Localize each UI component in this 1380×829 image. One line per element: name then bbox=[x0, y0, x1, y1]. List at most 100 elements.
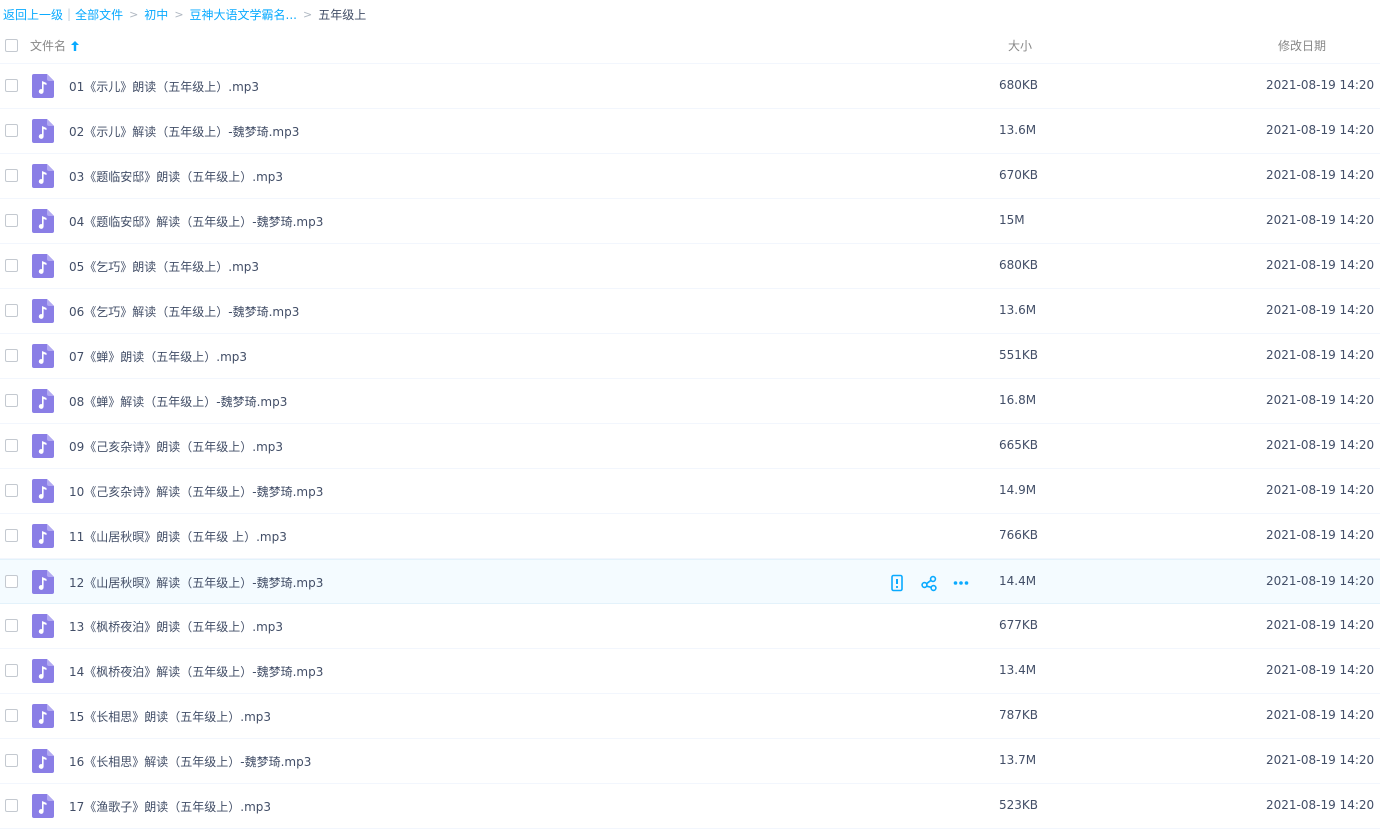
file-name[interactable]: 13《枫桥夜泊》朗读（五年级上）.mp3 bbox=[69, 618, 283, 635]
file-size: 787KB bbox=[999, 708, 1039, 722]
file-name[interactable]: 01《示儿》朗读（五年级上）.mp3 bbox=[69, 78, 259, 95]
file-row[interactable]: 15《长相思》朗读（五年级上）.mp3 787KB 2021-08-19 14:20 bbox=[0, 694, 1380, 739]
row-checkbox[interactable] bbox=[5, 169, 18, 182]
audio-file-icon bbox=[32, 119, 54, 143]
send-to-phone-icon[interactable] bbox=[888, 574, 906, 592]
file-row[interactable]: 01《示儿》朗读（五年级上）.mp3 680KB 2021-08-19 14:20 bbox=[0, 64, 1380, 109]
file-name[interactable]: 12《山居秋暝》解读（五年级上）-魏梦琦.mp3 bbox=[69, 574, 323, 591]
file-date: 2021-08-19 14:20 bbox=[1266, 618, 1375, 632]
row-checkbox[interactable] bbox=[5, 529, 18, 542]
file-row[interactable]: 09《己亥杂诗》朗读（五年级上）.mp3 665KB 2021-08-19 14:2… bbox=[0, 424, 1380, 469]
audio-file-icon bbox=[32, 164, 54, 188]
file-date: 2021-08-19 14:20 bbox=[1266, 663, 1375, 677]
audio-file-icon bbox=[32, 614, 54, 638]
row-checkbox[interactable] bbox=[5, 439, 18, 452]
file-name[interactable]: 06《乞巧》解读（五年级上）-魏梦琦.mp3 bbox=[69, 303, 299, 320]
share-icon[interactable] bbox=[920, 574, 938, 592]
select-all-checkbox[interactable] bbox=[5, 39, 18, 52]
file-name[interactable]: 04《题临安邸》解读（五年级上）-魏梦琦.mp3 bbox=[69, 213, 323, 230]
file-date: 2021-08-19 14:20 bbox=[1266, 258, 1375, 272]
file-name[interactable]: 10《己亥杂诗》解读（五年级上）-魏梦琦.mp3 bbox=[69, 483, 323, 500]
file-row[interactable]: 16《长相思》解读（五年级上）-魏梦琦.mp3 13.7M 2021-08-19 1… bbox=[0, 739, 1380, 784]
back-link[interactable]: 返回上一级 bbox=[3, 6, 63, 23]
file-size: 13.4M bbox=[999, 663, 1037, 677]
file-row[interactable]: 14《枫桥夜泊》解读（五年级上）-魏梦琦.mp3 13.4M 2021-08-19 … bbox=[0, 649, 1380, 694]
more-options-icon[interactable] bbox=[952, 574, 970, 592]
file-size: 523KB bbox=[999, 798, 1039, 812]
breadcrumb-divider: | bbox=[67, 7, 72, 21]
row-checkbox[interactable] bbox=[5, 799, 18, 812]
row-checkbox[interactable] bbox=[5, 349, 18, 362]
file-row[interactable]: 06《乞巧》解读（五年级上）-魏梦琦.mp3 13.6M 2021-08-19 14… bbox=[0, 289, 1380, 334]
audio-file-icon bbox=[32, 704, 54, 728]
breadcrumb-all-files[interactable]: 全部文件 bbox=[75, 6, 123, 23]
audio-file-icon bbox=[32, 659, 54, 683]
row-checkbox[interactable] bbox=[5, 664, 18, 677]
audio-file-icon bbox=[32, 524, 54, 548]
file-name[interactable]: 07《蝉》朗读（五年级上）.mp3 bbox=[69, 348, 247, 365]
row-checkbox[interactable] bbox=[5, 484, 18, 497]
audio-file-icon bbox=[32, 479, 54, 503]
row-checkbox[interactable] bbox=[5, 214, 18, 227]
row-checkbox[interactable] bbox=[5, 619, 18, 632]
file-name[interactable]: 16《长相思》解读（五年级上）-魏梦琦.mp3 bbox=[69, 753, 311, 770]
file-row[interactable]: 12《山居秋暝》解读（五年级上）-魏梦琦.mp3 14.4M 2021-08-19 … bbox=[0, 559, 1380, 604]
audio-file-icon bbox=[32, 749, 54, 773]
file-size: 670KB bbox=[999, 168, 1039, 182]
file-row[interactable]: 11《山居秋暝》朗读（五年级 上）.mp3 766KB 2021-08-19 14:… bbox=[0, 514, 1380, 559]
audio-file-icon bbox=[32, 209, 54, 233]
row-checkbox[interactable] bbox=[5, 575, 18, 588]
file-list: 01《示儿》朗读（五年级上）.mp3 680KB 2021-08-19 14:20 0… bbox=[0, 64, 1380, 829]
file-name[interactable]: 17《渔歌子》朗读（五年级上）.mp3 bbox=[69, 798, 271, 815]
row-checkbox[interactable] bbox=[5, 259, 18, 272]
file-size: 13.6M bbox=[999, 123, 1037, 137]
audio-file-icon bbox=[32, 344, 54, 368]
sort-ascending-icon[interactable] bbox=[70, 40, 80, 52]
file-row[interactable]: 04《题临安邸》解读（五年级上）-魏梦琦.mp3 15M 2021-08-19 14… bbox=[0, 199, 1380, 244]
date-column-header[interactable]: 修改日期 bbox=[1278, 37, 1326, 54]
file-date: 2021-08-19 14:20 bbox=[1266, 348, 1375, 362]
file-size: 677KB bbox=[999, 618, 1039, 632]
file-date: 2021-08-19 14:20 bbox=[1266, 753, 1375, 767]
breadcrumb-level1[interactable]: 初中 bbox=[144, 6, 168, 23]
file-name[interactable]: 11《山居秋暝》朗读（五年级 上）.mp3 bbox=[69, 528, 287, 545]
row-checkbox[interactable] bbox=[5, 304, 18, 317]
file-name[interactable]: 08《蝉》解读（五年级上）-魏梦琦.mp3 bbox=[69, 393, 287, 410]
file-row[interactable]: 03《题临安邸》朗读（五年级上）.mp3 670KB 2021-08-19 14:2… bbox=[0, 154, 1380, 199]
row-checkbox[interactable] bbox=[5, 754, 18, 767]
file-date: 2021-08-19 14:20 bbox=[1266, 303, 1375, 317]
file-name[interactable]: 14《枫桥夜泊》解读（五年级上）-魏梦琦.mp3 bbox=[69, 663, 323, 680]
breadcrumb-separator: > bbox=[129, 7, 139, 21]
row-checkbox[interactable] bbox=[5, 709, 18, 722]
file-row[interactable]: 05《乞巧》朗读（五年级上）.mp3 680KB 2021-08-19 14:20 bbox=[0, 244, 1380, 289]
breadcrumb-current: 五年级上 bbox=[318, 7, 367, 22]
file-name[interactable]: 03《题临安邸》朗读（五年级上）.mp3 bbox=[69, 168, 283, 185]
file-row[interactable]: 13《枫桥夜泊》朗读（五年级上）.mp3 677KB 2021-08-19 14:2… bbox=[0, 604, 1380, 649]
breadcrumb: 返回上一级 | 全部文件 > 初中 > 豆神大语文学霸名... > 五年级上 bbox=[3, 0, 366, 28]
row-actions bbox=[888, 574, 970, 592]
file-row[interactable]: 07《蝉》朗读（五年级上）.mp3 551KB 2021-08-19 14:20 bbox=[0, 334, 1380, 379]
file-name[interactable]: 05《乞巧》朗读（五年级上）.mp3 bbox=[69, 258, 259, 275]
file-row[interactable]: 02《示儿》解读（五年级上）-魏梦琦.mp3 13.6M 2021-08-19 14… bbox=[0, 109, 1380, 154]
file-size: 766KB bbox=[999, 528, 1039, 542]
breadcrumb-separator: > bbox=[302, 7, 313, 21]
file-date: 2021-08-19 14:20 bbox=[1266, 528, 1375, 542]
row-checkbox[interactable] bbox=[5, 394, 18, 407]
size-column-header[interactable]: 大小 bbox=[1008, 37, 1032, 54]
audio-file-icon bbox=[32, 74, 54, 98]
file-name[interactable]: 02《示儿》解读（五年级上）-魏梦琦.mp3 bbox=[69, 123, 299, 140]
file-name[interactable]: 15《长相思》朗读（五年级上）.mp3 bbox=[69, 708, 271, 725]
file-name[interactable]: 09《己亥杂诗》朗读（五年级上）.mp3 bbox=[69, 438, 283, 455]
file-date: 2021-08-19 14:20 bbox=[1266, 78, 1375, 92]
breadcrumb-level2[interactable]: 豆神大语文学霸名... bbox=[190, 6, 297, 23]
file-row[interactable]: 17《渔歌子》朗读（五年级上）.mp3 523KB 2021-08-19 14:20 bbox=[0, 784, 1380, 829]
file-row[interactable]: 08《蝉》解读（五年级上）-魏梦琦.mp3 16.8M 2021-08-19 14:… bbox=[0, 379, 1380, 424]
file-size: 680KB bbox=[999, 78, 1039, 92]
audio-file-icon bbox=[32, 299, 54, 323]
row-checkbox[interactable] bbox=[5, 124, 18, 137]
row-checkbox[interactable] bbox=[5, 79, 18, 92]
name-column-header[interactable]: 文件名 bbox=[30, 37, 80, 54]
file-date: 2021-08-19 14:20 bbox=[1266, 798, 1375, 812]
audio-file-icon bbox=[32, 794, 54, 818]
file-row[interactable]: 10《己亥杂诗》解读（五年级上）-魏梦琦.mp3 14.9M 2021-08-19 … bbox=[0, 469, 1380, 514]
